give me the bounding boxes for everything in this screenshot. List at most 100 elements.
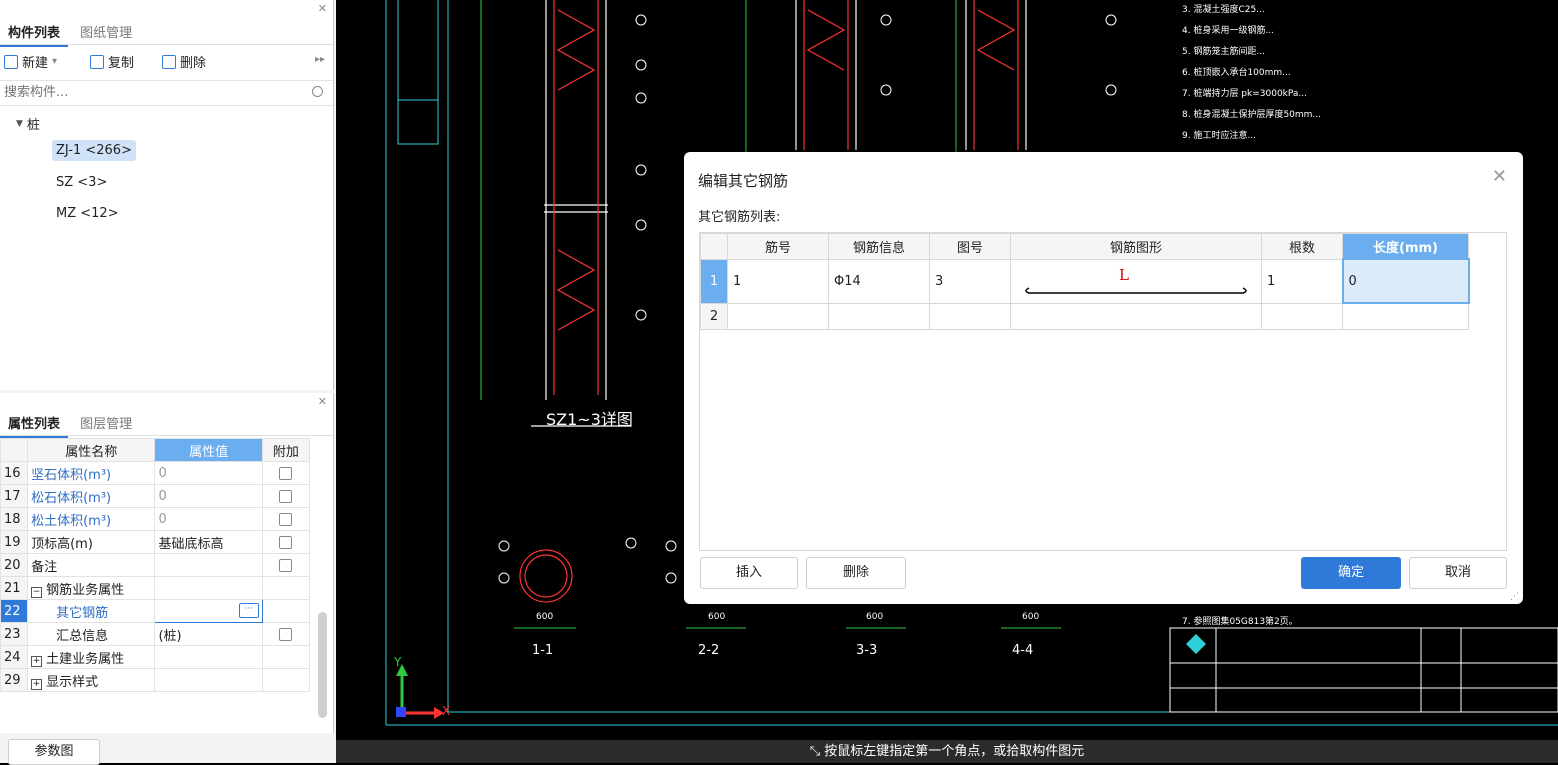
rebar-length-cell[interactable]: 0 (1341, 258, 1470, 304)
prop-value[interactable]: 0 (154, 461, 263, 485)
row-num: 16 (0, 461, 29, 485)
table-row: 29 + 显示样式 (0, 668, 311, 692)
row-num: 22 (0, 599, 29, 623)
extra-checkbox[interactable] (279, 558, 293, 572)
tree-item-zj1[interactable]: ZJ-1 <266> (52, 140, 136, 161)
col-header: 筋号 (727, 233, 829, 260)
resize-grip-icon[interactable]: ⋰ (1510, 592, 1519, 602)
prop-value[interactable]: 基础底标高 (154, 530, 263, 554)
rebar-header-row: 筋号 钢筋信息 图号 钢筋图形 根数 长度(mm) (700, 233, 1469, 260)
search-input[interactable] (2, 84, 306, 101)
rebar-length-cell[interactable] (1342, 302, 1469, 330)
extra-checkbox[interactable] (279, 512, 293, 526)
prop-extra (261, 530, 311, 554)
prop-name-group[interactable]: + 显示样式 (27, 668, 156, 692)
prop-value[interactable]: 0 (154, 484, 263, 508)
property-scrollbar[interactable] (318, 612, 327, 718)
row-num: 18 (0, 507, 29, 531)
prop-value[interactable]: (桩) (154, 622, 263, 646)
prop-name: 汇总信息 (27, 622, 156, 646)
insert-button[interactable]: 插入 (700, 557, 798, 589)
prop-name-group[interactable]: + 土建业务属性 (27, 645, 156, 669)
dimension-label: 600 (866, 612, 884, 622)
expand-icon[interactable]: + (31, 655, 43, 667)
extra-checkbox[interactable] (279, 466, 293, 480)
delete-button[interactable]: 删除 (806, 557, 906, 589)
prop-name: 土建业务属性 (46, 651, 125, 667)
rebar-shape-cell[interactable] (1010, 302, 1262, 330)
prop-extra (261, 507, 311, 531)
edit-other-rebar-dialog: 编辑其它钢筋 ✕ 其它钢筋列表: 筋号 钢筋信息 图号 钢筋图形 根数 长度(m… (684, 152, 1523, 604)
copy-button[interactable]: 复制 (90, 52, 134, 71)
note-line: 3. 混凝土强度C25... (1182, 5, 1265, 15)
expand-icon[interactable]: + (31, 678, 43, 690)
cursor-icon: ⤡ (809, 744, 825, 759)
section-label: 1-1 (532, 643, 554, 658)
ok-button[interactable]: 确定 (1301, 557, 1401, 589)
property-table: 属性名称 属性值 附加 16 坚石体积(m³) 0 17 松石体积(m³) 0 … (0, 438, 311, 692)
extra-checkbox[interactable] (279, 489, 293, 503)
prop-value-editing[interactable]: ··· (154, 599, 263, 623)
prop-extra (261, 553, 311, 577)
note-line: 6. 桩顶嵌入承台100mm... (1182, 68, 1291, 78)
section-label: 2-2 (698, 643, 720, 658)
rebar-fig-cell[interactable]: 3 (929, 258, 1011, 304)
prop-value (154, 668, 263, 692)
new-label: 新建 (22, 56, 49, 71)
search-bar (0, 80, 333, 106)
axis-x-label: X (442, 704, 451, 718)
extra-checkbox[interactable] (279, 627, 293, 641)
tree-root-pile[interactable]: ▼ 桩 (16, 114, 40, 133)
col-header: 钢筋图形 (1010, 233, 1262, 260)
rebar-shape-cell[interactable]: L (1010, 258, 1262, 304)
prop-value[interactable] (154, 553, 263, 577)
status-bar: ⤡ 按鼠标左键指定第一个角点，或拾取构件图元 (336, 740, 1558, 763)
detail-title: SZ1~3详图 (546, 410, 633, 429)
tab-property-list[interactable]: 属性列表 (0, 409, 69, 438)
row-num: 2 (700, 302, 728, 330)
tab-drawing-manage[interactable]: 图纸管理 (72, 18, 140, 45)
tree-item-sz[interactable]: SZ <3> (52, 172, 111, 193)
rebar-count-cell[interactable] (1261, 302, 1343, 330)
rebar-no-cell[interactable] (727, 302, 829, 330)
param-diagram-button[interactable]: 参数图 (8, 739, 100, 765)
rebar-info-cell[interactable]: Φ14 (828, 258, 930, 304)
close-icon[interactable]: ✕ (1492, 166, 1507, 187)
new-button[interactable]: 新建 ▾ (4, 52, 57, 71)
table-row: 16 坚石体积(m³) 0 (0, 461, 311, 485)
delete-button[interactable]: 删除 (162, 52, 206, 71)
tree-item-mz[interactable]: MZ <12> (52, 203, 123, 224)
table-row: 18 松土体积(m³) 0 (0, 507, 311, 531)
delete-label: 删除 (180, 56, 207, 71)
prop-name: 显示样式 (46, 674, 99, 690)
chevron-down-icon[interactable]: ▼ (16, 119, 23, 129)
extra-checkbox[interactable] (279, 535, 293, 549)
prop-name-group[interactable]: − 钢筋业务属性 (27, 576, 156, 600)
prop-name: 其它钢筋 (27, 599, 156, 623)
rebar-info-cell[interactable] (828, 302, 930, 330)
dimension-label: 600 (708, 612, 726, 622)
search-icon[interactable] (312, 86, 323, 97)
copy-label: 复制 (108, 56, 135, 71)
new-icon (4, 54, 18, 69)
row-num: 24 (0, 645, 29, 669)
close-icon[interactable]: ✕ (318, 2, 327, 15)
rebar-no-cell[interactable]: 1 (727, 258, 829, 304)
collapse-icon[interactable]: − (31, 586, 43, 598)
note-line: 8. 桩身混凝土保护层厚度50mm... (1182, 110, 1322, 120)
table-row: 2 (700, 302, 1469, 330)
close-icon[interactable]: ✕ (318, 395, 327, 408)
rebar-fig-cell[interactable] (929, 302, 1011, 330)
tab-component-list[interactable]: 构件列表 (0, 18, 69, 47)
tab-layer-manage[interactable]: 图层管理 (72, 409, 140, 436)
rebar-shape-label: L (1119, 265, 1129, 284)
ellipsis-button[interactable]: ··· (238, 603, 259, 618)
property-tabs: 属性列表 图层管理 (0, 409, 333, 438)
rebar-count-cell[interactable]: 1 (1261, 258, 1343, 304)
prop-name: 松土体积(m³) (27, 507, 156, 531)
cancel-button[interactable]: 取消 (1409, 557, 1507, 589)
trash-icon (162, 54, 176, 69)
more-icon[interactable]: ▸▸ (315, 54, 325, 65)
prop-value[interactable]: 0 (154, 507, 263, 531)
row-num: 19 (0, 530, 29, 554)
